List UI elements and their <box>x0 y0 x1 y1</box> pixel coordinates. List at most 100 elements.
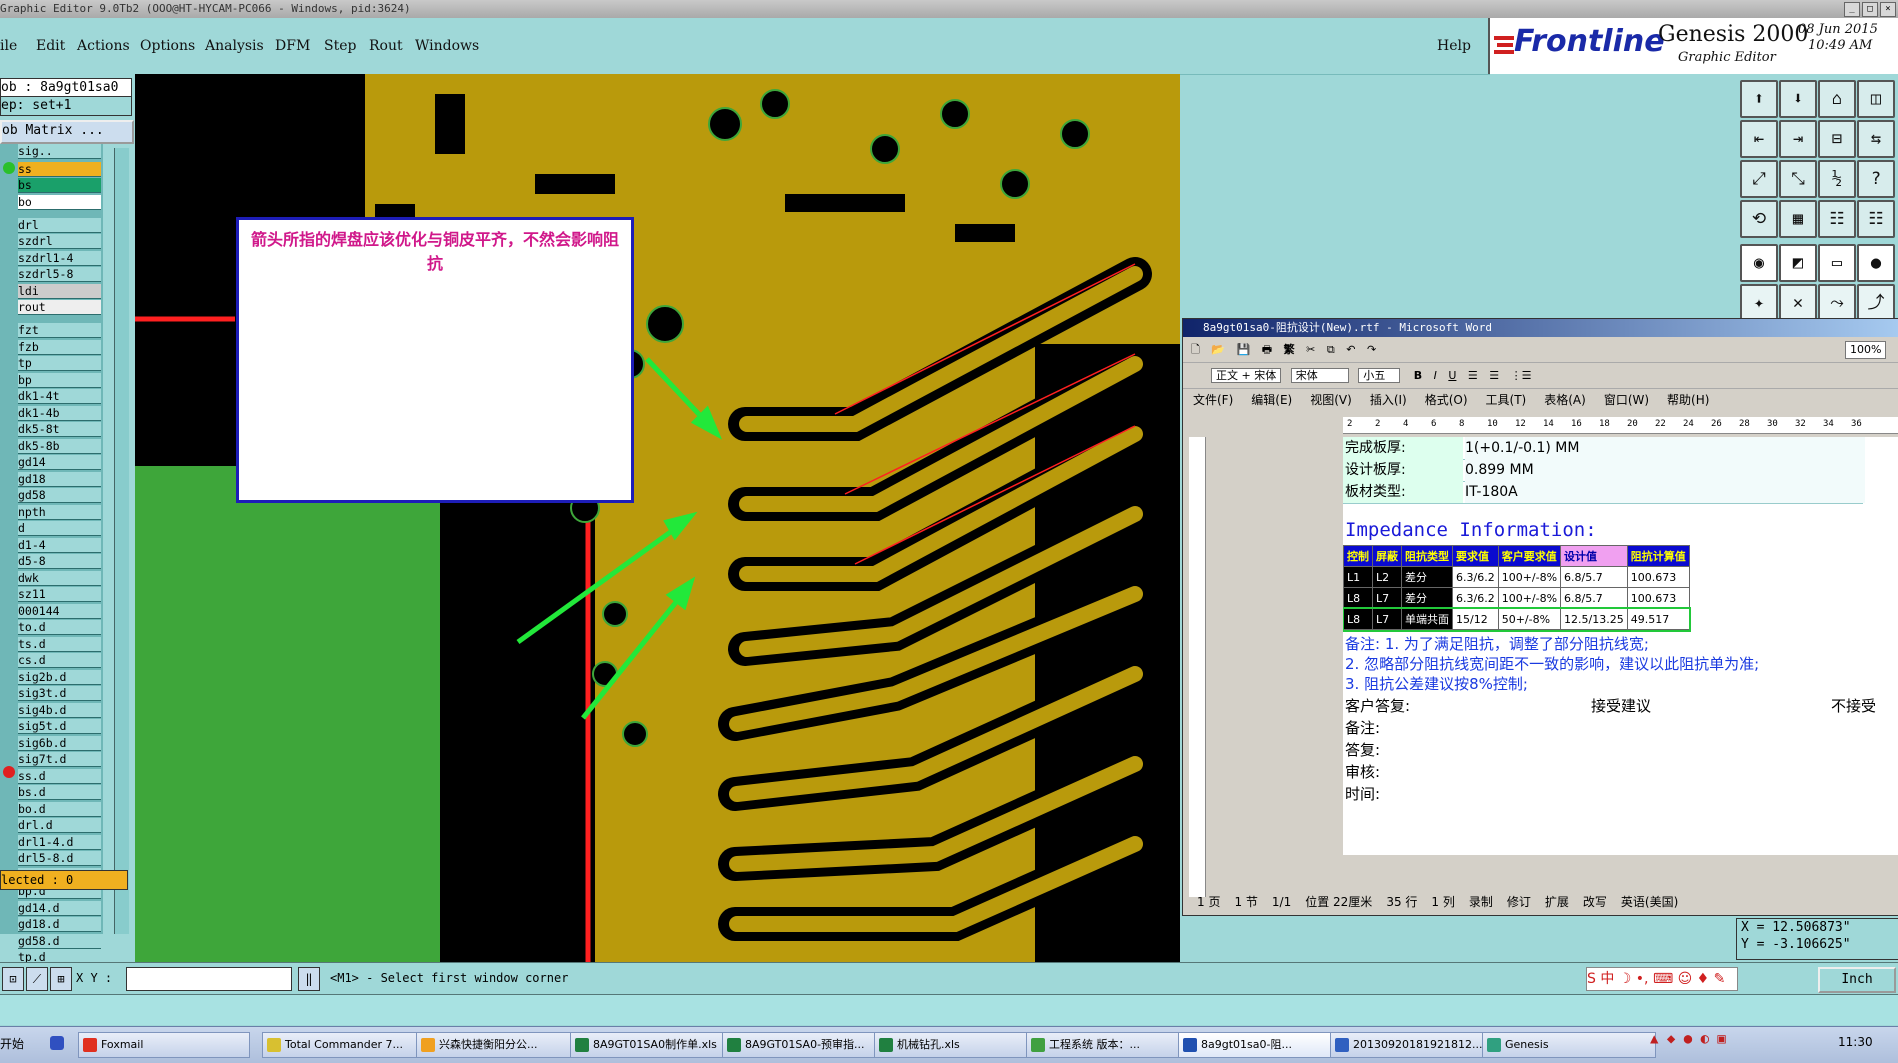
layer-item[interactable]: bs <box>18 178 101 194</box>
layer-item[interactable]: bp <box>18 372 101 388</box>
layer-item[interactable]: ss.d <box>18 768 101 784</box>
task-folder[interactable]: 20130920181921812... <box>1330 1032 1500 1058</box>
word-zoom-select[interactable]: 100% <box>1845 341 1887 359</box>
route-icon[interactable]: ⤳ <box>1818 284 1856 322</box>
quicklaunch-icon[interactable] <box>50 1036 64 1050</box>
layer-item[interactable]: ts.d <box>18 636 101 652</box>
close-icon[interactable]: × <box>1880 2 1896 17</box>
grid-icon[interactable]: ⊞ <box>50 967 72 991</box>
word-menu-item[interactable]: 视图(V) <box>1310 393 1352 407</box>
menu-windows[interactable]: Windows <box>415 38 479 54</box>
layer-item[interactable]: d1-4 <box>18 537 101 553</box>
rotate-icon[interactable]: ⟲ <box>1740 200 1778 238</box>
word-align-center-icon[interactable]: ☰ <box>1489 369 1499 382</box>
layer-item[interactable]: cs.d <box>18 653 101 669</box>
word-font-select[interactable]: 宋体 <box>1290 368 1349 383</box>
layer-item[interactable]: dk1-4t <box>18 389 101 405</box>
menu-dfm[interactable]: DFM <box>275 38 310 54</box>
home-icon[interactable]: ⌂ <box>1818 80 1856 118</box>
grid-icon[interactable]: ▦ <box>1779 200 1817 238</box>
task-engineering-system[interactable]: 工程系统 版本：... <box>1026 1032 1196 1058</box>
arrow-icon[interactable]: ⤴ <box>1857 284 1895 322</box>
menu-file[interactable]: ile <box>0 38 17 54</box>
task-excel-3[interactable]: 机械钻孔.xls <box>874 1032 1044 1058</box>
layer-item[interactable]: bs.d <box>18 785 101 801</box>
task-total-commander[interactable]: Total Commander 7... <box>262 1032 432 1058</box>
menu-analysis[interactable]: Analysis <box>205 38 264 54</box>
task-excel-2[interactable]: 8A9GT01SA0-预审指... <box>722 1032 892 1058</box>
word-menu-item[interactable]: 编辑(E) <box>1251 393 1292 407</box>
layer-item[interactable]: fzt <box>18 323 101 339</box>
pause-icon[interactable]: ‖ <box>298 967 320 991</box>
word-underline-button[interactable]: U <box>1448 369 1456 382</box>
word-horizontal-ruler[interactable]: 2 2 4 6 8 10 12 14 16 18 20 22 24 26 28 30 32 34 36 <box>1343 417 1898 434</box>
layer-item[interactable]: gd58.d <box>18 933 101 949</box>
word-align-left-icon[interactable]: ☰ <box>1468 369 1478 382</box>
word-vertical-ruler[interactable] <box>1189 437 1206 897</box>
layer-item[interactable]: gd18.d <box>18 917 101 933</box>
layer-item[interactable]: sig.. <box>18 144 101 159</box>
layer-item[interactable]: d <box>18 521 101 537</box>
color-icon[interactable]: ◩ <box>1779 244 1817 282</box>
layer-item[interactable]: fzb <box>18 339 101 355</box>
layer-item[interactable]: 000144 <box>18 603 101 619</box>
layer-item[interactable]: sz11 <box>18 587 101 603</box>
measure-icon[interactable]: ⟋ <box>26 967 48 991</box>
word-size-select[interactable]: 小五 <box>1358 368 1401 383</box>
layer-item[interactable]: sig6b.d <box>18 735 101 751</box>
layer-item[interactable]: sig4b.d <box>18 702 101 718</box>
zoom-in-icon[interactable]: ⤢ <box>1740 160 1778 198</box>
layer-item[interactable]: tp <box>18 356 101 372</box>
word-italic-button[interactable]: I <box>1434 369 1437 382</box>
menu-options[interactable]: Options <box>140 38 195 54</box>
xy-input[interactable] <box>126 967 292 991</box>
layer-item[interactable]: npth <box>18 504 101 520</box>
layers-icon[interactable]: ☷ <box>1818 200 1856 238</box>
task-xingsen[interactable]: 兴森快捷衡阳分公... <box>416 1032 586 1058</box>
word-menu-item[interactable]: 插入(I) <box>1370 393 1407 407</box>
layer-item[interactable]: gd14.d <box>18 900 101 916</box>
layer-item[interactable]: dwk <box>18 570 101 586</box>
layer-item[interactable]: drl1-4.d <box>18 834 101 850</box>
cross-icon[interactable]: ✕ <box>1779 284 1817 322</box>
pad-icon[interactable]: ● <box>1857 244 1895 282</box>
menu-step[interactable]: Step <box>324 38 356 54</box>
fit-icon[interactable]: ⊟ <box>1818 120 1856 158</box>
word-bullets-icon[interactable]: ⋮☰ <box>1511 369 1532 382</box>
layer-item[interactable]: sig3t.d <box>18 686 101 702</box>
word-style-select[interactable]: 正文 + 宋体 <box>1211 368 1282 383</box>
snap-icon[interactable]: ⊡ <box>2 967 24 991</box>
layer-item[interactable]: dk5-8b <box>18 438 101 454</box>
word-print-icon[interactable]: 🖶 <box>1262 343 1272 356</box>
maximize-icon[interactable]: □ <box>1862 2 1878 17</box>
word-save-icon[interactable]: 💾 <box>1237 343 1251 356</box>
layer-item[interactable]: ldi <box>18 283 101 299</box>
matrix-icon[interactable]: ☷ <box>1857 200 1895 238</box>
snap-icon[interactable]: ◉ <box>1740 244 1778 282</box>
menu-actions[interactable]: Actions <box>77 38 130 54</box>
pan-left-icon[interactable]: ⇤ <box>1740 120 1778 158</box>
system-tray-icons[interactable]: ▲ ◆ ● ◐ ▣ <box>1650 1031 1750 1057</box>
pcb-graphic-canvas[interactable] <box>135 74 1180 962</box>
word-menu-item[interactable]: 窗口(W) <box>1604 393 1649 407</box>
layer-item[interactable]: sig5t.d <box>18 719 101 735</box>
layer-item[interactable]: d5-8 <box>18 554 101 570</box>
task-genesis[interactable]: Genesis <box>1482 1032 1656 1058</box>
help-icon[interactable]: ? <box>1857 160 1895 198</box>
layer-item[interactable]: gd14 <box>18 455 101 471</box>
layer-list-scrollbar[interactable] <box>114 148 129 934</box>
task-excel-1[interactable]: 8A9GT01SA0制作单.xls <box>570 1032 740 1058</box>
layer-item[interactable]: gd18 <box>18 471 101 487</box>
connect-icon[interactable]: ✦ <box>1740 284 1778 322</box>
menu-edit[interactable]: Edit <box>36 38 65 54</box>
layer-item[interactable]: sig2b.d <box>18 669 101 685</box>
word-new-icon[interactable]: 🗋 <box>1191 343 1200 356</box>
layer-item[interactable]: dk1-4b <box>18 405 101 421</box>
window-icon[interactable]: ◫ <box>1857 80 1895 118</box>
task-word[interactable]: 8a9gt01sa0-阻... <box>1178 1032 1348 1058</box>
word-copy-icon[interactable]: ⧉ <box>1327 343 1335 356</box>
layer-item[interactable]: bo.d <box>18 801 101 817</box>
layer-item[interactable]: gd58 <box>18 488 101 504</box>
layer-item[interactable]: sig7t.d <box>18 752 101 768</box>
minimize-icon[interactable]: _ <box>1844 2 1860 17</box>
